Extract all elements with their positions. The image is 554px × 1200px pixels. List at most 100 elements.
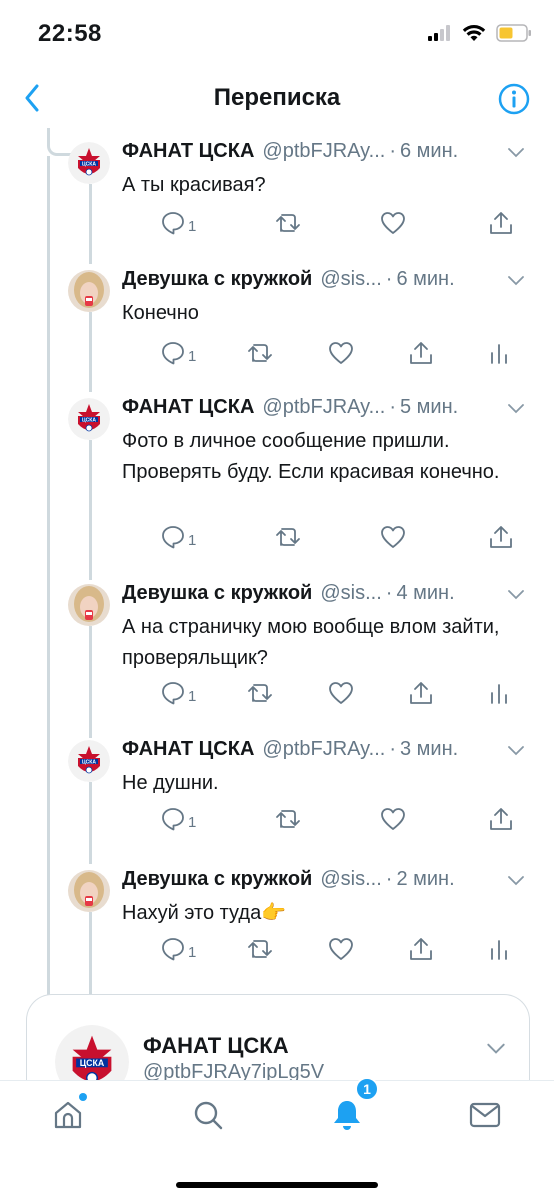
share-button[interactable] [408, 678, 434, 708]
author-handle[interactable]: @sis... [320, 582, 381, 605]
share-button[interactable] [408, 338, 434, 368]
reply-icon [162, 682, 184, 705]
tab-messages[interactable] [465, 1095, 505, 1135]
avatar-girl[interactable] [68, 870, 110, 912]
notifications-badge: 1 [355, 1077, 379, 1101]
reply-button[interactable]: 1 [160, 934, 196, 964]
girl-photo-icon [68, 584, 110, 626]
retweet-button[interactable] [274, 804, 302, 834]
like-button[interactable] [380, 522, 406, 552]
retweet-button[interactable] [246, 934, 274, 964]
chevron-down-icon[interactable] [506, 584, 526, 604]
reply-button[interactable]: 1 [160, 522, 196, 552]
tweet-header: Девушка с кружкой @sis... · 2 мин. [122, 864, 536, 894]
share-button[interactable] [408, 934, 434, 964]
avatar-cska[interactable]: ЦСКА [68, 398, 110, 440]
tweet-text: Не душни. [122, 772, 219, 794]
like-button[interactable] [328, 934, 354, 964]
analytics-button[interactable] [488, 338, 510, 368]
like-icon [329, 938, 353, 960]
author-name[interactable]: ФАНАТ ЦСКА [122, 140, 254, 163]
reply-icon [162, 212, 184, 235]
author-handle[interactable]: @ptbFJRAy... [262, 140, 385, 163]
chevron-down-icon[interactable] [506, 142, 526, 162]
tweet-time: 5 мин. [400, 395, 459, 418]
tweet-actions: 1 [122, 804, 536, 834]
share-icon [410, 342, 432, 364]
reply-button[interactable]: 1 [160, 208, 196, 238]
retweet-icon [276, 810, 300, 828]
battery-icon [496, 24, 531, 42]
retweet-button[interactable] [246, 338, 274, 368]
reply-count: 1 [188, 687, 197, 705]
analytics-button[interactable] [488, 934, 510, 964]
nav-bar: Переписка [0, 70, 554, 128]
retweet-button[interactable] [274, 208, 302, 238]
analytics-icon [491, 684, 507, 704]
author-handle[interactable]: @ptbFJRAy... [262, 396, 385, 419]
author-name[interactable]: ФАНАТ ЦСКА [122, 738, 254, 761]
reply-button[interactable]: 1 [160, 804, 196, 834]
author-name[interactable]: Девушка с кружкой [122, 582, 312, 605]
like-button[interactable] [328, 678, 354, 708]
avatar-girl[interactable] [68, 584, 110, 626]
reply-button[interactable]: 1 [160, 678, 196, 708]
like-icon [381, 808, 405, 830]
tweet-time: 6 мин. [396, 267, 455, 290]
like-button[interactable] [380, 804, 406, 834]
author-handle[interactable]: @sis... [320, 268, 381, 291]
tweet-header: ФАНАТ ЦСКА @ptbFJRAy... · 6 мин. [122, 136, 536, 166]
avatar-cska[interactable]: ЦСКА [68, 740, 110, 782]
page-title: Переписка [213, 84, 341, 111]
wifi-icon [462, 25, 486, 41]
reply-icon [162, 938, 184, 961]
avatar-girl[interactable] [68, 270, 110, 312]
thread-line [89, 912, 92, 994]
focused-tweet-card[interactable]: ЦСКА ФАНАТ ЦСКА @ptbFJRAy7ipLg5V [26, 994, 530, 1084]
retweet-button[interactable] [246, 678, 274, 708]
like-button[interactable] [380, 208, 406, 238]
retweet-icon [276, 214, 300, 232]
chevron-down-icon[interactable] [485, 1037, 507, 1059]
chevron-down-icon[interactable] [506, 740, 526, 760]
tweet-time: 3 мин. [400, 737, 459, 760]
share-button[interactable] [488, 804, 514, 834]
thread-line [89, 312, 92, 392]
reply-icon [162, 808, 184, 831]
author-name[interactable]: ФАНАТ ЦСКА [122, 396, 254, 419]
avatar-cska[interactable]: ЦСКА [55, 1025, 129, 1084]
analytics-button[interactable] [488, 678, 510, 708]
tweet-time: 6 мин. [400, 139, 459, 162]
author-handle[interactable]: @ptbFJRAy... [262, 738, 385, 761]
tweet-text: Фото в личное сообщение пришли. Проверят… [122, 430, 500, 483]
share-button[interactable] [488, 208, 514, 238]
author-name[interactable]: Девушка с кружкой [122, 868, 312, 891]
like-button[interactable] [328, 338, 354, 368]
share-button[interactable] [488, 522, 514, 552]
focused-author-name[interactable]: ФАНАТ ЦСКА [143, 1033, 289, 1059]
separator-dot: · [385, 867, 393, 890]
avatar-cska[interactable]: ЦСКА [68, 142, 110, 184]
reply-button[interactable]: 1 [160, 338, 196, 368]
tweet-text: Нахуй это туда👉 [122, 902, 287, 924]
separator-dot: · [389, 737, 396, 760]
retweet-button[interactable] [274, 522, 302, 552]
tab-home[interactable] [48, 1095, 88, 1135]
tab-notifications[interactable] [327, 1095, 367, 1135]
like-icon [381, 526, 405, 548]
conversation-thread: ЦСКА ФАНАТ ЦСКА @ptbFJRAy... · 6 мин. А … [0, 128, 554, 996]
author-handle[interactable]: @sis... [320, 868, 381, 891]
info-icon[interactable] [498, 83, 530, 115]
separator-dot: · [385, 267, 393, 290]
chevron-down-icon[interactable] [506, 870, 526, 890]
tweet-header: Девушка с кружкой @sis... · 4 мин. [122, 578, 536, 608]
tweet-actions: 1 [122, 522, 536, 552]
share-icon [410, 938, 432, 960]
tab-search[interactable] [188, 1095, 228, 1135]
author-name[interactable]: Девушка с кружкой [122, 268, 312, 291]
retweet-icon [248, 940, 272, 958]
chevron-down-icon[interactable] [506, 270, 526, 290]
chevron-down-icon[interactable] [506, 398, 526, 418]
girl-photo-icon [68, 870, 110, 912]
home-indicator[interactable] [176, 1182, 378, 1188]
